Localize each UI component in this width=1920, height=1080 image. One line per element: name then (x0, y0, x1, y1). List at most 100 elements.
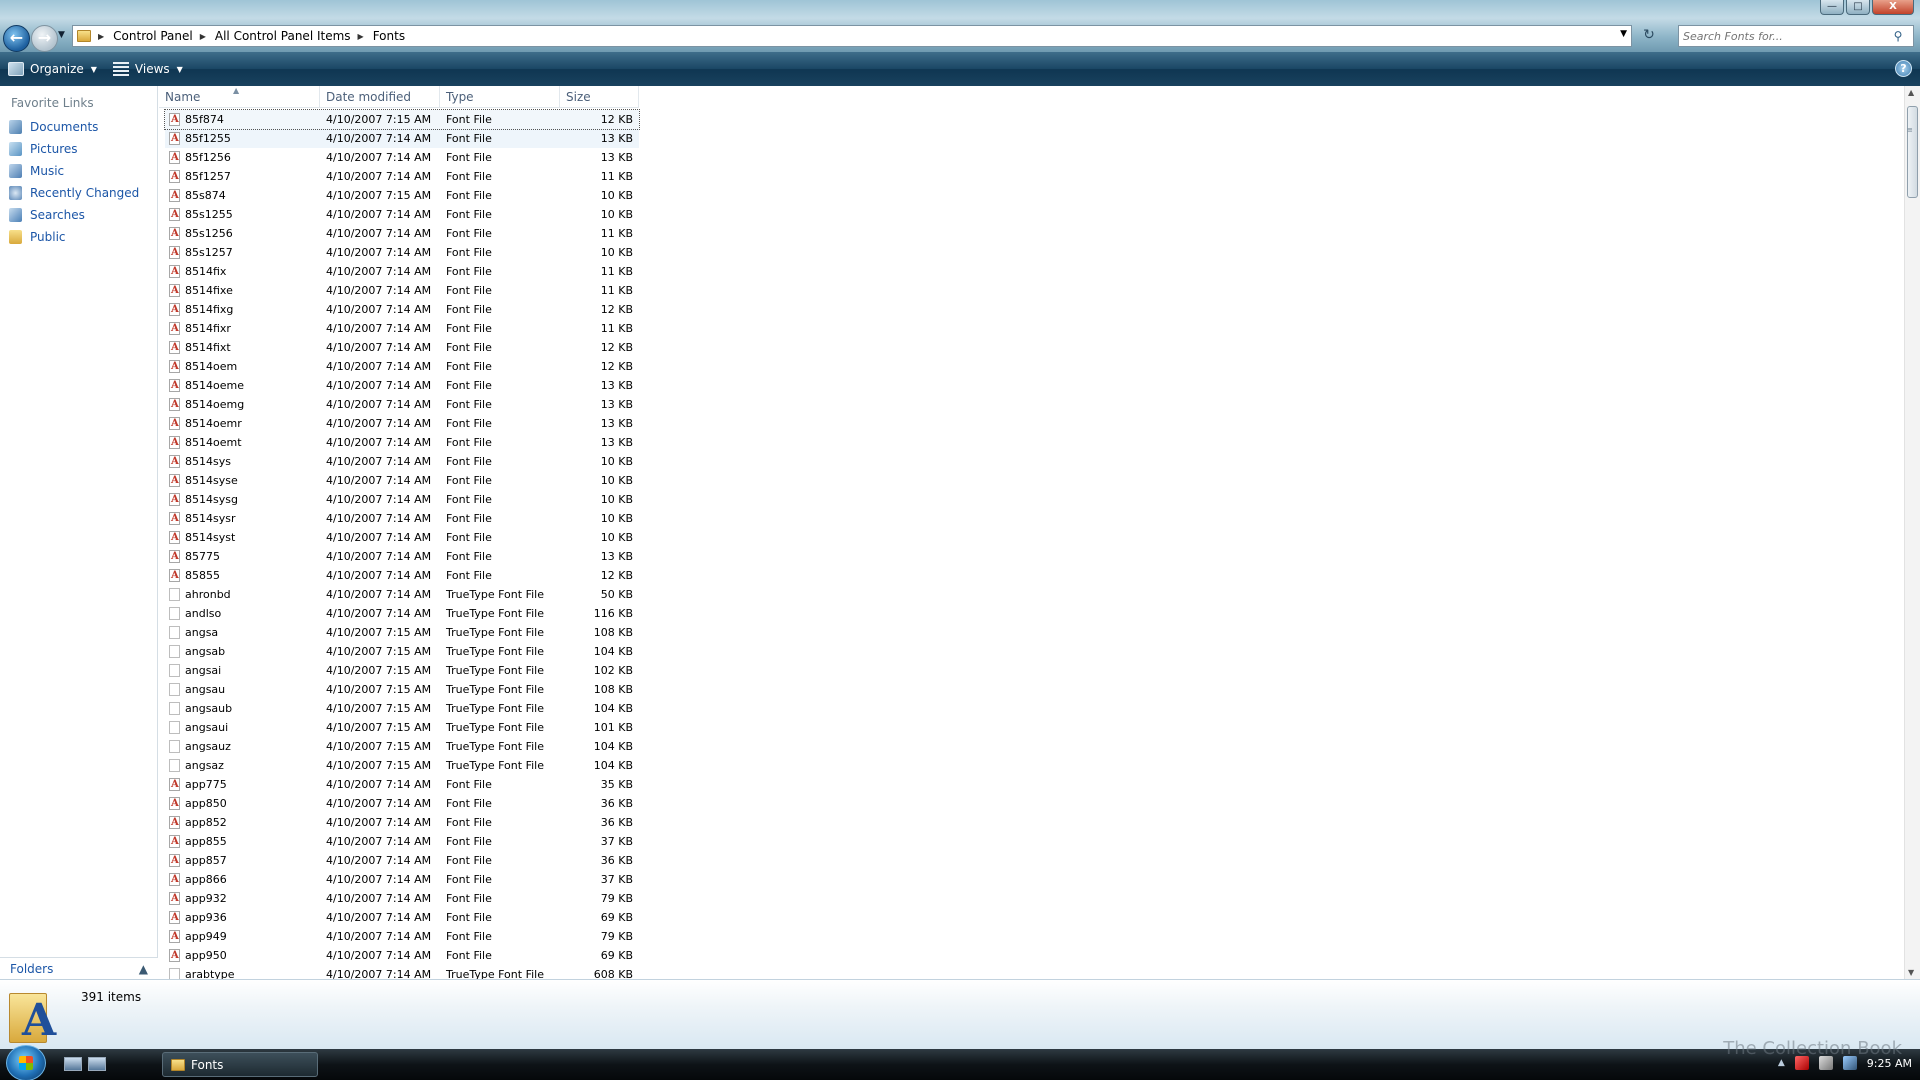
breadcrumb-arrow-icon[interactable]: ▶ (200, 32, 206, 41)
show-hidden-icons-icon[interactable]: ▲ (1778, 1058, 1785, 1068)
chevron-down-icon[interactable]: ▼ (177, 65, 183, 74)
table-row[interactable]: app866 4/10/2007 7:14 AM Font File 37 KB (165, 870, 639, 889)
table-row[interactable]: 8514syse 4/10/2007 7:14 AM Font File 10 KB (165, 471, 639, 490)
minimize-button[interactable]: — (1820, 0, 1844, 15)
breadcrumb-fonts[interactable]: Fonts (373, 29, 405, 43)
table-row[interactable]: 85f1256 4/10/2007 7:14 AM Font File 13 KB (165, 148, 639, 167)
table-row[interactable]: 8514fixt 4/10/2007 7:14 AM Font File 12 KB (165, 338, 639, 357)
search-icon[interactable]: ⚲ (1889, 29, 1907, 43)
vertical-scrollbar[interactable]: ▲ ≡ ▼ (1904, 86, 1920, 979)
table-row[interactable]: app857 4/10/2007 7:14 AM Font File 36 KB (165, 851, 639, 870)
table-row[interactable]: 85f1257 4/10/2007 7:14 AM Font File 11 KB (165, 167, 639, 186)
back-button[interactable]: ← (3, 25, 30, 52)
table-row[interactable]: app936 4/10/2007 7:14 AM Font File 69 KB (165, 908, 639, 927)
sidebar-item-public[interactable]: Public (0, 226, 157, 248)
font-file-icon (169, 794, 180, 813)
start-button[interactable] (6, 1045, 46, 1080)
recent-pages-dropdown[interactable]: ▼ (58, 30, 65, 40)
address-bar[interactable]: ▶ Control Panel ▶ All Control Panel Item… (72, 25, 1632, 47)
column-header-type[interactable]: Type (440, 86, 560, 108)
sidebar-item-searches[interactable]: Searches (0, 204, 157, 226)
table-row[interactable]: angsa 4/10/2007 7:15 AM TrueType Font File… (165, 623, 639, 642)
table-row[interactable]: app949 4/10/2007 7:14 AM Font File 79 KB (165, 927, 639, 946)
table-row[interactable]: 85s1256 4/10/2007 7:14 AM Font File 11 KB (165, 224, 639, 243)
sidebar-item-documents[interactable]: Documents (0, 116, 157, 138)
forward-button[interactable]: → (31, 25, 58, 52)
date-modified-cell: 4/10/2007 7:14 AM (326, 607, 432, 620)
table-row[interactable]: 8514oemg 4/10/2007 7:14 AM Font File 13 KB (165, 395, 639, 414)
table-row[interactable]: app855 4/10/2007 7:14 AM Font File 37 KB (165, 832, 639, 851)
close-button[interactable]: X (1872, 0, 1914, 15)
taskbar-item-fonts[interactable]: Fonts (162, 1052, 318, 1077)
scroll-up-icon[interactable]: ▲ (1908, 88, 1914, 97)
scrollbar-thumb[interactable] (1907, 106, 1918, 198)
breadcrumb-arrow-icon[interactable]: ▶ (358, 32, 364, 41)
table-row[interactable]: 8514oeme 4/10/2007 7:14 AM Font File 13 KB (165, 376, 639, 395)
refresh-button[interactable]: ↻ (1638, 27, 1660, 47)
table-row[interactable]: 8514sys 4/10/2007 7:14 AM Font File 10 KB (165, 452, 639, 471)
file-name: 8514fix (185, 265, 227, 278)
table-row[interactable]: angsau 4/10/2007 7:15 AM TrueType Font Fil… (165, 680, 639, 699)
column-header-date[interactable]: Date modified (320, 86, 440, 108)
table-row[interactable]: app950 4/10/2007 7:14 AM Font File 69 KB (165, 946, 639, 965)
table-row[interactable]: 85775 4/10/2007 7:14 AM Font File 13 KB (165, 547, 639, 566)
table-row[interactable]: 8514sysr 4/10/2007 7:14 AM Font File 10 KB (165, 509, 639, 528)
table-row[interactable]: app775 4/10/2007 7:14 AM Font File 35 KB (165, 775, 639, 794)
address-root[interactable]: ▶ (77, 30, 113, 42)
sidebar-item-pictures[interactable]: Pictures (0, 138, 157, 160)
table-row[interactable]: 8514oem 4/10/2007 7:14 AM Font File 12 KB (165, 357, 639, 376)
breadcrumb-arrow-icon[interactable]: ▶ (98, 32, 104, 41)
table-row[interactable]: angsai 4/10/2007 7:15 AM TrueType Font Fil… (165, 661, 639, 680)
scroll-down-icon[interactable]: ▼ (1908, 968, 1914, 977)
show-desktop-icon[interactable] (64, 1057, 82, 1071)
search-box[interactable]: ⚲ (1678, 25, 1914, 47)
table-row[interactable]: 8514fixe 4/10/2007 7:14 AM Font File 11 KB (165, 281, 639, 300)
type-cell: Font File (446, 322, 492, 335)
font-file-icon (169, 224, 180, 243)
column-header-size[interactable]: Size (560, 86, 639, 108)
organize-button[interactable]: Organize ▼ (0, 56, 105, 82)
maximize-button[interactable]: □ (1846, 0, 1870, 15)
table-row[interactable]: angsaui 4/10/2007 7:15 AM TrueType Font Fi… (165, 718, 639, 737)
table-row[interactable]: 8514sysg 4/10/2007 7:14 AM Font File 10 KB (165, 490, 639, 509)
table-row[interactable]: angsaz 4/10/2007 7:15 AM TrueType Font Fil… (165, 756, 639, 775)
table-row[interactable]: app850 4/10/2007 7:14 AM Font File 36 KB (165, 794, 639, 813)
table-row[interactable]: ahronbd 4/10/2007 7:14 AM TrueType Font Fi… (165, 585, 639, 604)
file-name-cell: app950 (165, 946, 326, 965)
sidebar-item-music[interactable]: Music (0, 160, 157, 182)
help-button[interactable]: ? (1895, 60, 1912, 77)
chevron-up-icon[interactable]: ▲ (139, 962, 148, 976)
column-header-name[interactable]: ▲ Name (159, 86, 320, 108)
table-row[interactable]: 8514fix 4/10/2007 7:14 AM Font File 11 KB (165, 262, 639, 281)
size-cell: 13 KB (600, 436, 633, 449)
table-row[interactable]: 85s1257 4/10/2007 7:14 AM Font File 10 KB (165, 243, 639, 262)
search-input[interactable] (1679, 29, 1889, 43)
table-row[interactable]: 85f874 4/10/2007 7:15 AM Font File 12 KB (164, 109, 640, 130)
table-row[interactable]: 8514fixg 4/10/2007 7:14 AM Font File 12 KB (165, 300, 639, 319)
table-row[interactable]: 85855 4/10/2007 7:14 AM Font File 12 KB (165, 566, 639, 585)
table-row[interactable]: 85s874 4/10/2007 7:15 AM Font File 10 KB (165, 186, 639, 205)
table-row[interactable]: 8514oemt 4/10/2007 7:14 AM Font File 13 KB (165, 433, 639, 452)
table-row[interactable]: app932 4/10/2007 7:14 AM Font File 79 KB (165, 889, 639, 908)
folders-toggle[interactable]: Folders ▲ (0, 957, 158, 979)
table-row[interactable]: 85s1255 4/10/2007 7:14 AM Font File 10 KB (165, 205, 639, 224)
table-row[interactable]: andlso 4/10/2007 7:14 AM TrueType Font Fil… (165, 604, 639, 623)
views-button[interactable]: Views ▼ (105, 56, 191, 82)
address-dropdown[interactable]: ▼ (1620, 29, 1627, 39)
table-row[interactable]: angsaub 4/10/2007 7:15 AM TrueType Font Fi… (165, 699, 639, 718)
size-cell: 13 KB (600, 151, 633, 164)
file-name: 8514oem (185, 360, 238, 373)
table-row[interactable]: app852 4/10/2007 7:14 AM Font File 36 KB (165, 813, 639, 832)
table-row[interactable]: angsauz 4/10/2007 7:15 AM TrueType Font Fi… (165, 737, 639, 756)
table-row[interactable]: 8514oemr 4/10/2007 7:14 AM Font File 13 KB (165, 414, 639, 433)
sidebar-item-recently-changed[interactable]: Recently Changed (0, 182, 157, 204)
breadcrumb-control-panel[interactable]: Control Panel ▶ (113, 29, 215, 43)
table-row[interactable]: arabtype 4/10/2007 7:14 AM TrueType Font F… (165, 965, 639, 979)
table-row[interactable]: angsab 4/10/2007 7:15 AM TrueType Font Fil… (165, 642, 639, 661)
switch-windows-icon[interactable] (88, 1057, 106, 1071)
table-row[interactable]: 85f1255 4/10/2007 7:14 AM Font File 13 KB (165, 129, 639, 148)
table-row[interactable]: 8514fixr 4/10/2007 7:14 AM Font File 11 KB (165, 319, 639, 338)
table-row[interactable]: 8514syst 4/10/2007 7:14 AM Font File 10 KB (165, 528, 639, 547)
file-name: 85s874 (185, 189, 226, 202)
breadcrumb-all-control-panel-items[interactable]: All Control Panel Items ▶ (215, 29, 373, 43)
